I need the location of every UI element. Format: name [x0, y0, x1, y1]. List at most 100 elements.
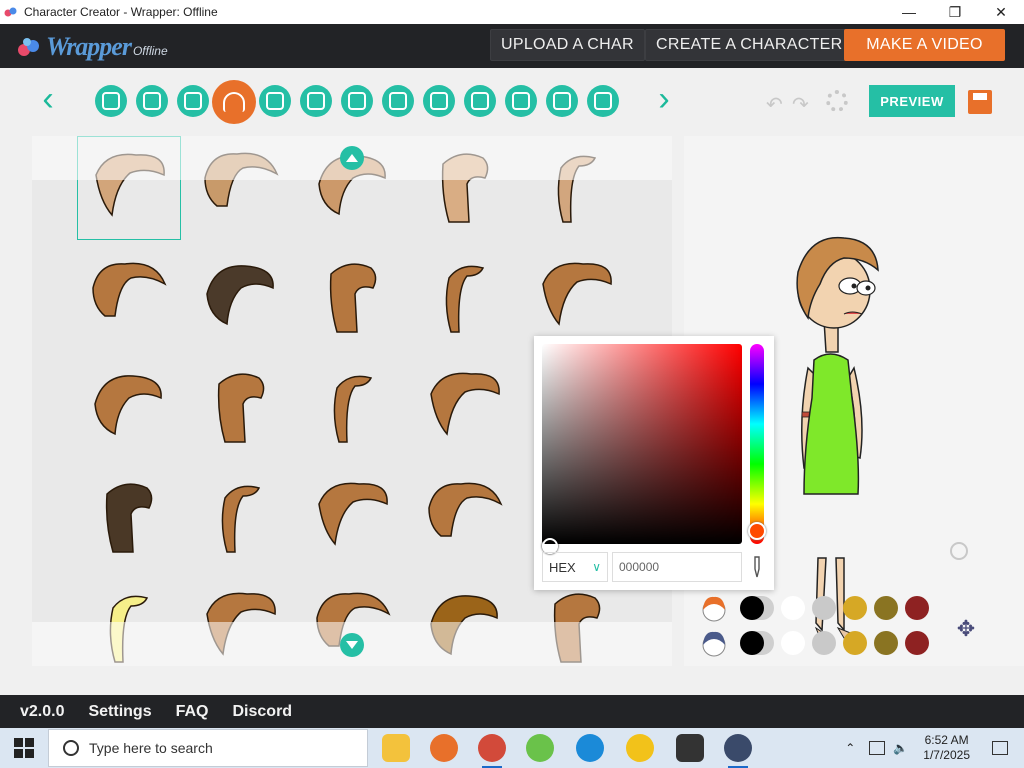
hair-option[interactable] — [189, 136, 293, 240]
firefox-icon[interactable] — [430, 734, 458, 762]
hair-option[interactable] — [413, 356, 517, 460]
chevron-up-icon[interactable]: ⌃ — [845, 741, 861, 755]
logo-mark-icon — [18, 38, 39, 56]
minimize-button[interactable]: — — [886, 0, 932, 24]
pants-icon[interactable] — [136, 85, 168, 117]
ear-icon-glyph — [348, 92, 366, 110]
eyelid-icon[interactable] — [464, 85, 496, 117]
make-video-button[interactable]: MAKE A VIDEO — [844, 29, 1005, 61]
gear-icon[interactable] — [826, 90, 848, 112]
notification-icon[interactable] — [992, 741, 1008, 755]
color-swatch[interactable] — [843, 631, 867, 655]
close-button[interactable]: ✕ — [978, 0, 1024, 24]
scroll-up-icon[interactable] — [340, 146, 364, 170]
prev-category-arrow-icon[interactable]: ‹ — [36, 82, 60, 118]
hue-slider[interactable] — [750, 344, 764, 544]
shirt-icon[interactable] — [95, 85, 127, 117]
hair-shape-icon — [206, 592, 276, 656]
eye-icon[interactable] — [423, 85, 455, 117]
hair-option[interactable] — [189, 576, 293, 666]
hair-option[interactable] — [77, 246, 181, 350]
swatch-dropdown[interactable] — [740, 631, 774, 655]
hair-shape-icon — [221, 485, 261, 553]
7zip-icon[interactable] — [676, 734, 704, 762]
color-swatch[interactable] — [781, 596, 805, 620]
hex-value-input[interactable] — [612, 552, 742, 582]
color-swatch[interactable] — [781, 631, 805, 655]
hair-option[interactable] — [525, 136, 629, 240]
app-icon-green[interactable] — [526, 734, 554, 762]
eyedropper-icon[interactable] — [750, 555, 764, 579]
mouth-icon[interactable] — [300, 85, 332, 117]
faq-link[interactable]: FAQ — [176, 703, 209, 721]
hair-icon[interactable] — [212, 80, 256, 124]
search-icon — [63, 740, 79, 756]
hair-option[interactable] — [301, 246, 405, 350]
swatch-dropdown[interactable] — [740, 596, 774, 620]
nose-icon[interactable] — [505, 85, 537, 117]
mouth-icon-glyph — [307, 92, 325, 110]
redo-icon[interactable]: ↷ — [792, 92, 809, 117]
hair-option[interactable] — [189, 246, 293, 350]
glasses-icon[interactable] — [546, 85, 578, 117]
color-swatch[interactable] — [812, 631, 836, 655]
color-swatch[interactable] — [812, 596, 836, 620]
hair-option[interactable] — [189, 356, 293, 460]
electron-icon[interactable] — [724, 734, 752, 768]
hair-option[interactable] — [413, 576, 517, 666]
chrome-icon[interactable] — [478, 734, 506, 768]
hair-option[interactable] — [301, 356, 405, 460]
taskbar-search-box[interactable]: Type here to search — [48, 729, 368, 767]
upload-char-button[interactable]: UPLOAD A CHAR — [490, 29, 645, 61]
head-icon-glyph — [266, 92, 284, 110]
undo-icon[interactable]: ↶ — [766, 92, 783, 117]
file-explorer-icon[interactable] — [382, 734, 410, 762]
hair-option[interactable] — [413, 466, 517, 570]
create-character-button[interactable]: CREATE A CHARACTER — [645, 29, 854, 61]
head-icon[interactable] — [259, 85, 291, 117]
color-swatch[interactable] — [874, 631, 898, 655]
taskbar-clock[interactable]: 6:52 AM 1/7/2025 — [923, 733, 970, 763]
face-icon[interactable] — [177, 85, 209, 117]
zoom-icon[interactable] — [950, 542, 968, 560]
ear-icon[interactable] — [341, 85, 373, 117]
network-icon[interactable] — [869, 741, 886, 755]
move-icon[interactable]: ✥ — [954, 617, 978, 641]
hair-option[interactable] — [77, 576, 181, 666]
scroll-down-icon[interactable] — [340, 633, 364, 657]
beard-icon[interactable] — [587, 85, 619, 117]
hue-handle[interactable] — [748, 522, 766, 540]
logo-text: Wrapper — [46, 32, 132, 61]
hair-option[interactable] — [413, 136, 517, 240]
hair-option[interactable] — [301, 466, 405, 570]
color-swatch[interactable] — [843, 596, 867, 620]
color-picker: HEX ∨ — [534, 336, 774, 590]
discord-link[interactable]: Discord — [233, 703, 293, 721]
next-category-arrow-icon[interactable]: › — [652, 82, 676, 118]
color-format-select[interactable]: HEX ∨ — [542, 552, 608, 582]
hair-part-2-icon — [702, 631, 726, 657]
saturation-value-area[interactable] — [542, 344, 742, 554]
app-icon-yellow[interactable] — [626, 734, 654, 762]
hair-option[interactable] — [525, 246, 629, 350]
hair-part-icon — [702, 596, 726, 622]
pants-icon-glyph — [143, 92, 161, 110]
hair-shape-icon — [430, 372, 500, 436]
hair-option[interactable] — [77, 136, 181, 240]
hair-option[interactable] — [413, 246, 517, 350]
hair-option[interactable] — [189, 466, 293, 570]
hair-shape-icon — [92, 262, 167, 317]
restore-button[interactable]: ❐ — [932, 0, 978, 24]
hair-option[interactable] — [77, 466, 181, 570]
volume-icon[interactable]: 🔈 — [893, 741, 909, 755]
hair-option[interactable] — [77, 356, 181, 460]
save-icon[interactable] — [968, 90, 992, 114]
color-swatch[interactable] — [905, 631, 929, 655]
edge-icon[interactable] — [576, 734, 604, 762]
windows-start-icon[interactable] — [14, 738, 34, 758]
color-swatch[interactable] — [905, 596, 929, 620]
eyebrow-icon[interactable] — [382, 85, 414, 117]
color-swatch[interactable] — [874, 596, 898, 620]
settings-link[interactable]: Settings — [88, 703, 151, 721]
preview-button[interactable]: PREVIEW — [869, 85, 955, 117]
